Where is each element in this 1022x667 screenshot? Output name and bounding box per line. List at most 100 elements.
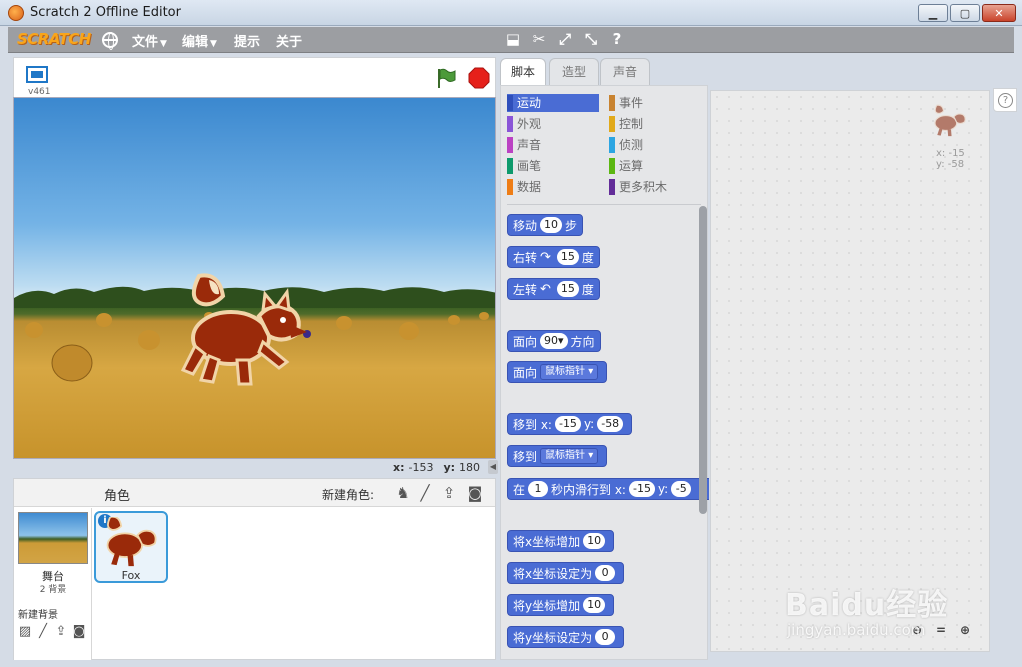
category-1[interactable]: 事件	[609, 94, 701, 112]
help-button[interactable]: ?	[993, 88, 1017, 112]
block-number-input[interactable]: 0	[595, 629, 616, 645]
block-text: 方向	[570, 334, 595, 349]
menu-about[interactable]: 关于	[276, 31, 302, 50]
sprite-tile-fox[interactable]: i Fox	[94, 511, 168, 583]
tab-sounds[interactable]: 声音	[600, 58, 650, 86]
category-color-swatch	[507, 158, 513, 174]
category-color-swatch	[507, 179, 513, 195]
block-turn-right[interactable]: 右转 ↷ 15 度	[507, 246, 600, 268]
menu-edit[interactable]: 编辑 ▼	[182, 31, 217, 50]
block-number-input[interactable]: 10	[583, 533, 606, 549]
stage-canvas[interactable]	[13, 97, 496, 459]
version-label: v461	[28, 87, 51, 97]
category-label: 声音	[517, 138, 542, 152]
rotate-counterclockwise-icon: ↶	[540, 281, 551, 297]
tab-costumes[interactable]: 造型	[549, 58, 599, 86]
block-move-steps[interactable]: 移动 10 步	[507, 214, 584, 236]
paint-backdrop-icon[interactable]: ╱	[35, 624, 51, 640]
category-3[interactable]: 控制	[609, 115, 701, 133]
tab-scripts[interactable]: 脚本	[500, 58, 546, 86]
block-text: y:	[583, 417, 595, 431]
stage-selector[interactable]: 舞台 2 背景 新建背景 ▨ ╱ ⇪ ◙	[14, 508, 92, 660]
category-color-swatch	[609, 116, 615, 132]
scratch-logo[interactable]: SCRATCH	[17, 30, 91, 48]
language-globe-icon[interactable]	[102, 32, 118, 50]
window-title: Scratch 2 Offline Editor	[30, 5, 181, 20]
close-button[interactable]: ✕	[982, 4, 1016, 22]
current-sprite-icon	[934, 104, 966, 137]
zoom-reset-icon[interactable]: =	[933, 622, 949, 638]
stop-sign-icon[interactable]	[468, 67, 490, 89]
block-number-input[interactable]: 15	[556, 249, 579, 265]
block-number-input[interactable]: 15	[556, 281, 579, 297]
block-go-to-target[interactable]: 移到 鼠标指针 ▾	[507, 445, 608, 467]
sprite-pane: 角色 新建角色: ♞ ╱ ⇪ ◙ 舞台 2 背景 新建背景 ▨ ╱ ⇪ ◙ i …	[13, 478, 496, 660]
upload-file-icon[interactable]: ⇪	[440, 484, 458, 502]
category-4[interactable]: 声音	[507, 136, 599, 154]
choose-sprite-library-icon[interactable]: ♞	[394, 484, 412, 502]
block-text: 度	[581, 282, 594, 297]
stage-toolbar: v461	[13, 57, 496, 97]
caret-down-icon: ▼	[160, 39, 167, 49]
block-set-x[interactable]: 将x坐标设定为 0	[507, 562, 625, 584]
category-9[interactable]: 更多积木	[609, 178, 701, 196]
block-glide[interactable]: 在 1 秒内滑行到 x: -15 y: -5	[507, 478, 709, 500]
duplicate-stamp-icon[interactable]: ⬓	[504, 30, 522, 48]
menu-tips[interactable]: 提示	[234, 31, 260, 50]
block-point-in-direction[interactable]: 面向 90▾ 方向	[507, 330, 601, 352]
menu-file[interactable]: 文件 ▼	[132, 31, 167, 50]
block-seconds-input[interactable]: 1	[528, 481, 549, 497]
delete-scissors-icon[interactable]: ✂	[530, 30, 548, 48]
collapse-stage-arrow-icon[interactable]: ◀	[488, 460, 498, 474]
zoom-in-icon[interactable]: ⊕	[957, 622, 973, 638]
menu-bar: SCRATCH 文件 ▼ 编辑 ▼ 提示 关于 ⬓ ✂ ⤢ ⤡ ?	[8, 27, 1014, 53]
new-backdrop-label: 新建背景	[18, 610, 58, 621]
stage-scene	[14, 273, 495, 386]
block-x-input[interactable]: -15	[628, 481, 655, 497]
block-direction-input[interactable]: 90▾	[540, 333, 568, 349]
palette-scrollbar[interactable]	[699, 206, 707, 514]
camera-backdrop-icon[interactable]: ◙	[71, 624, 87, 640]
category-color-swatch	[507, 137, 513, 153]
category-0[interactable]: 运动	[507, 94, 599, 112]
block-dropdown[interactable]: 鼠标指针 ▾	[540, 364, 599, 380]
block-text: 左转	[513, 282, 538, 297]
block-number-input[interactable]: 0	[595, 565, 616, 581]
block-text: 在	[513, 482, 526, 497]
category-6[interactable]: 画笔	[507, 157, 599, 175]
block-text: 将x坐标增加	[513, 534, 581, 549]
grow-icon[interactable]: ⤢	[556, 30, 574, 48]
stage-thumbnail[interactable]	[18, 512, 88, 564]
minimize-button[interactable]: ▁	[918, 4, 948, 22]
category-8[interactable]: 数据	[507, 178, 599, 196]
camera-icon[interactable]: ◙	[466, 484, 484, 502]
shrink-icon[interactable]: ⤡	[582, 30, 600, 48]
block-change-x[interactable]: 将x坐标增加 10	[507, 530, 615, 552]
block-y-input[interactable]: -5	[671, 481, 692, 497]
upload-backdrop-icon[interactable]: ⇪	[53, 624, 69, 640]
block-point-towards[interactable]: 面向 鼠标指针 ▾	[507, 361, 608, 383]
green-flag-icon[interactable]	[435, 67, 457, 89]
category-color-swatch	[609, 137, 615, 153]
block-y-input[interactable]: -58	[597, 416, 624, 432]
block-number-input[interactable]: 10	[540, 217, 563, 233]
category-7[interactable]: 运算	[609, 157, 701, 175]
backdrop-library-icon[interactable]: ▨	[17, 624, 33, 640]
block-help-icon[interactable]: ?	[608, 30, 626, 48]
menu-edit-label: 编辑	[182, 35, 209, 50]
block-change-y[interactable]: 将y坐标增加 10	[507, 594, 615, 616]
paint-brush-icon[interactable]: ╱	[416, 484, 434, 502]
category-5[interactable]: 侦测	[609, 136, 701, 154]
block-dropdown[interactable]: 鼠标指针 ▾	[540, 448, 599, 464]
block-number-input[interactable]: 10	[583, 597, 606, 613]
maximize-button[interactable]: ▢	[950, 4, 980, 22]
block-set-y[interactable]: 将y坐标设定为 0	[507, 626, 625, 648]
script-area[interactable]	[710, 90, 990, 652]
block-go-to-xy[interactable]: 移到 x: -15 y: -58	[507, 413, 633, 435]
category-2[interactable]: 外观	[507, 115, 599, 133]
block-text: 秒内滑行到 x:	[551, 482, 626, 497]
category-color-swatch	[507, 116, 513, 132]
block-x-input[interactable]: -15	[554, 416, 581, 432]
fullscreen-icon[interactable]	[26, 66, 48, 83]
block-turn-left[interactable]: 左转 ↶ 15 度	[507, 278, 600, 300]
